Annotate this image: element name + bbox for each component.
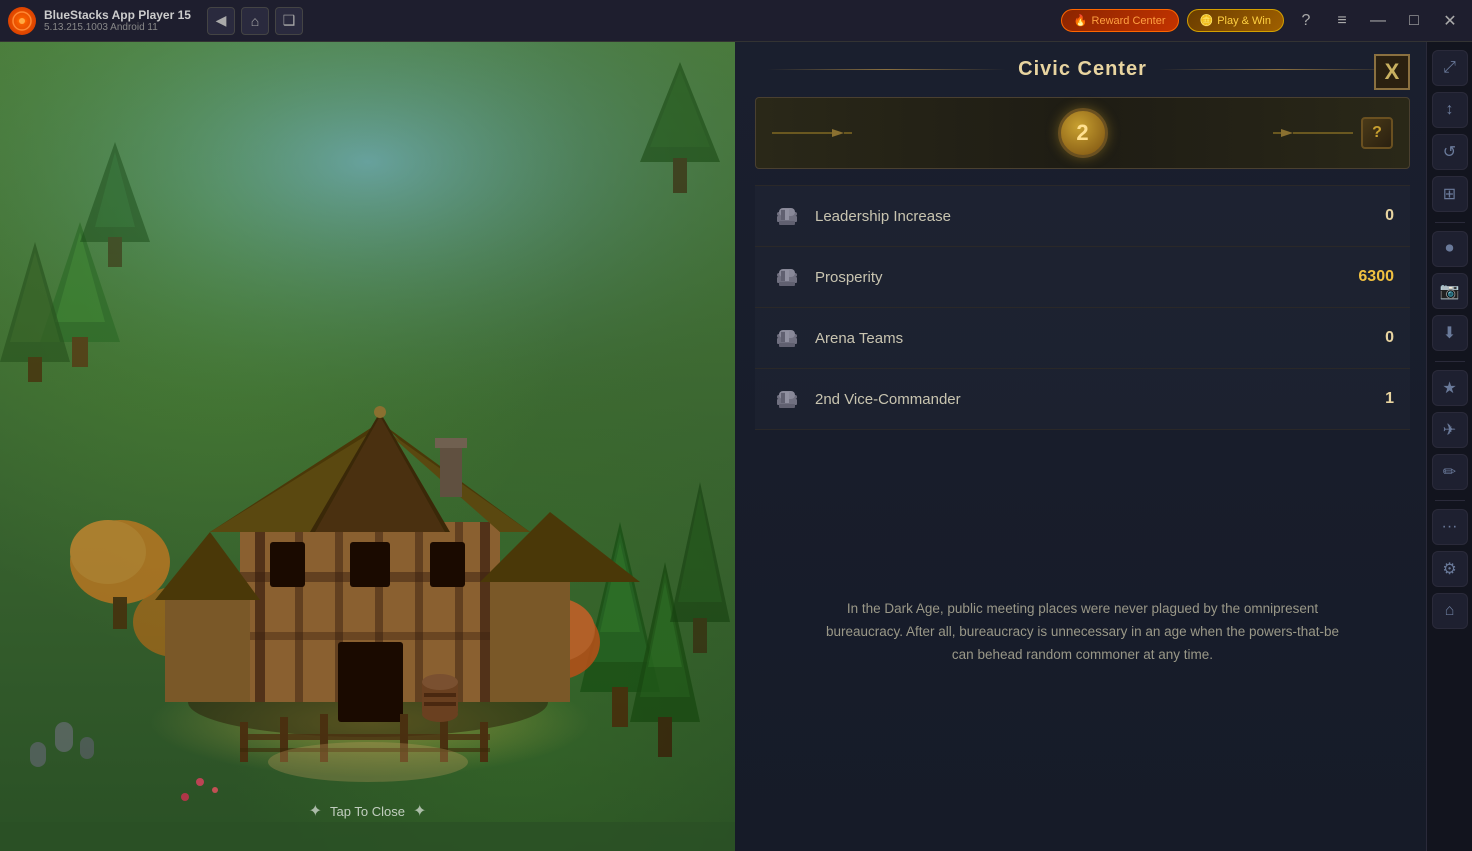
stat-name-arena: Arena Teams	[815, 330, 1334, 347]
expand-sidebar-button[interactable]: ⤢	[1432, 50, 1468, 86]
camera-sidebar-button[interactable]: 📷	[1432, 273, 1468, 309]
stat-name-prosperity: Prosperity	[815, 269, 1334, 286]
right-panel: Civic Center X 2	[735, 42, 1472, 851]
layers-sidebar-button[interactable]: ⊞	[1432, 176, 1468, 212]
layers-icon: ⊞	[1443, 184, 1456, 204]
titlebar: BlueStacks App Player 15 5.13.215.1003 A…	[0, 0, 1472, 42]
star-icon: ★	[1442, 378, 1456, 398]
leadership-icon	[771, 200, 803, 232]
reward-center-button[interactable]: 🔥 Reward Center	[1061, 9, 1179, 32]
play-win-button[interactable]: 🪙 Play & Win	[1187, 9, 1285, 32]
app-info: BlueStacks App Player 15 5.13.215.1003 A…	[44, 8, 191, 33]
arrows-icon: ↕	[1446, 101, 1454, 119]
download-icon: ⬇	[1443, 323, 1456, 343]
vice-commander-icon	[771, 383, 803, 415]
maximize-button[interactable]: □	[1400, 7, 1428, 35]
help-button[interactable]: ?	[1361, 117, 1393, 149]
stat-value-vice-commander: 1	[1334, 390, 1394, 408]
reward-center-label: Reward Center	[1092, 15, 1166, 27]
record-icon: ⏺	[1445, 240, 1453, 258]
stat-value-arena: 0	[1334, 329, 1394, 347]
level-badge: 2	[1058, 108, 1108, 158]
main-content: ✦ Tap To Close ✦ Civic Center X	[0, 42, 1472, 851]
sidebar-divider-1	[1435, 222, 1465, 223]
app-name: BlueStacks App Player 15	[44, 8, 191, 22]
description-area: In the Dark Age, public meeting places w…	[755, 430, 1410, 835]
prosperity-icon	[771, 261, 803, 293]
home-sidebar-button[interactable]: ⌂	[1432, 593, 1468, 629]
download-sidebar-button[interactable]: ⬇	[1432, 315, 1468, 351]
stat-value-leadership: 0	[1334, 207, 1394, 225]
more-sidebar-button[interactable]: ···	[1432, 509, 1468, 545]
stat-value-prosperity: 6300	[1334, 268, 1394, 286]
titlebar-nav: ◀ ⌂ ❑	[207, 7, 303, 35]
reward-icon: 🔥	[1074, 14, 1088, 27]
arena-icon	[771, 322, 803, 354]
header-right-line	[1159, 69, 1398, 70]
sidebar-divider-2	[1435, 361, 1465, 362]
level-right-area: ?	[1108, 117, 1394, 149]
tap-label: Tap To Close	[330, 804, 405, 819]
tap-icon: ✦	[309, 801, 322, 821]
stat-row-prosperity: Prosperity 6300	[755, 247, 1410, 308]
help-button[interactable]: ?	[1292, 7, 1320, 35]
play-win-label: Play & Win	[1217, 15, 1271, 27]
multi-window-button[interactable]: ❑	[275, 7, 303, 35]
app-logo	[8, 7, 36, 35]
app-version: 5.13.215.1003 Android 11	[44, 22, 191, 33]
menu-button[interactable]: ≡	[1328, 7, 1356, 35]
back-button[interactable]: ◀	[207, 7, 235, 35]
more-icon: ···	[1442, 518, 1458, 536]
fly-icon: ✈	[1443, 420, 1456, 440]
home-button[interactable]: ⌂	[241, 7, 269, 35]
star-sidebar-button[interactable]: ★	[1432, 370, 1468, 406]
stat-name-leadership: Leadership Increase	[815, 208, 1334, 225]
level-row: 2 ?	[755, 97, 1410, 169]
tap-icon-right: ✦	[413, 801, 426, 821]
fly-sidebar-button[interactable]: ✈	[1432, 412, 1468, 448]
expand-icon: ⤢	[1443, 59, 1456, 77]
description-text: In the Dark Age, public meeting places w…	[823, 598, 1343, 667]
titlebar-actions: 🔥 Reward Center 🪙 Play & Win ? ≡ — □ ✕	[1061, 7, 1464, 35]
rotate-sidebar-button[interactable]: ↺	[1432, 134, 1468, 170]
panel-content: Civic Center X 2	[735, 42, 1426, 851]
header-left-line	[767, 69, 1006, 70]
scroll-sidebar-button[interactable]: ↕	[1432, 92, 1468, 128]
stat-row-leadership: Leadership Increase 0	[755, 185, 1410, 247]
home-icon: ⌂	[1445, 602, 1455, 620]
game-background	[0, 42, 735, 851]
record-sidebar-button[interactable]: ⏺	[1432, 231, 1468, 267]
game-area[interactable]: ✦ Tap To Close ✦	[0, 42, 735, 851]
settings-icon: ⚙	[1442, 559, 1456, 579]
brush-sidebar-button[interactable]: ✏	[1432, 454, 1468, 490]
camera-icon: 📷	[1440, 281, 1460, 301]
rotate-icon: ↺	[1443, 142, 1456, 162]
stat-row-arena: Arena Teams 0	[755, 308, 1410, 369]
settings-sidebar-button[interactable]: ⚙	[1432, 551, 1468, 587]
panel-title: Civic Center	[1018, 58, 1147, 81]
brush-icon: ✏	[1443, 462, 1456, 482]
civic-center-header: Civic Center X	[755, 58, 1410, 81]
stat-row-vice-commander: 2nd Vice-Commander 1	[755, 369, 1410, 430]
panel-close-button[interactable]: X	[1374, 54, 1410, 90]
playnwin-icon: 🪙	[1200, 14, 1214, 27]
window-close-button[interactable]: ✕	[1436, 7, 1464, 35]
stat-name-vice-commander: 2nd Vice-Commander	[815, 391, 1334, 408]
level-left-arrows	[772, 125, 1058, 141]
tap-to-close[interactable]: ✦ Tap To Close ✦	[309, 801, 427, 821]
side-toolbar: ⤢ ↕ ↺ ⊞ ⏺ 📷 ⬇ ★	[1426, 42, 1472, 851]
stats-container: Leadership Increase 0	[755, 185, 1410, 430]
sidebar-divider-3	[1435, 500, 1465, 501]
minimize-button[interactable]: —	[1364, 7, 1392, 35]
